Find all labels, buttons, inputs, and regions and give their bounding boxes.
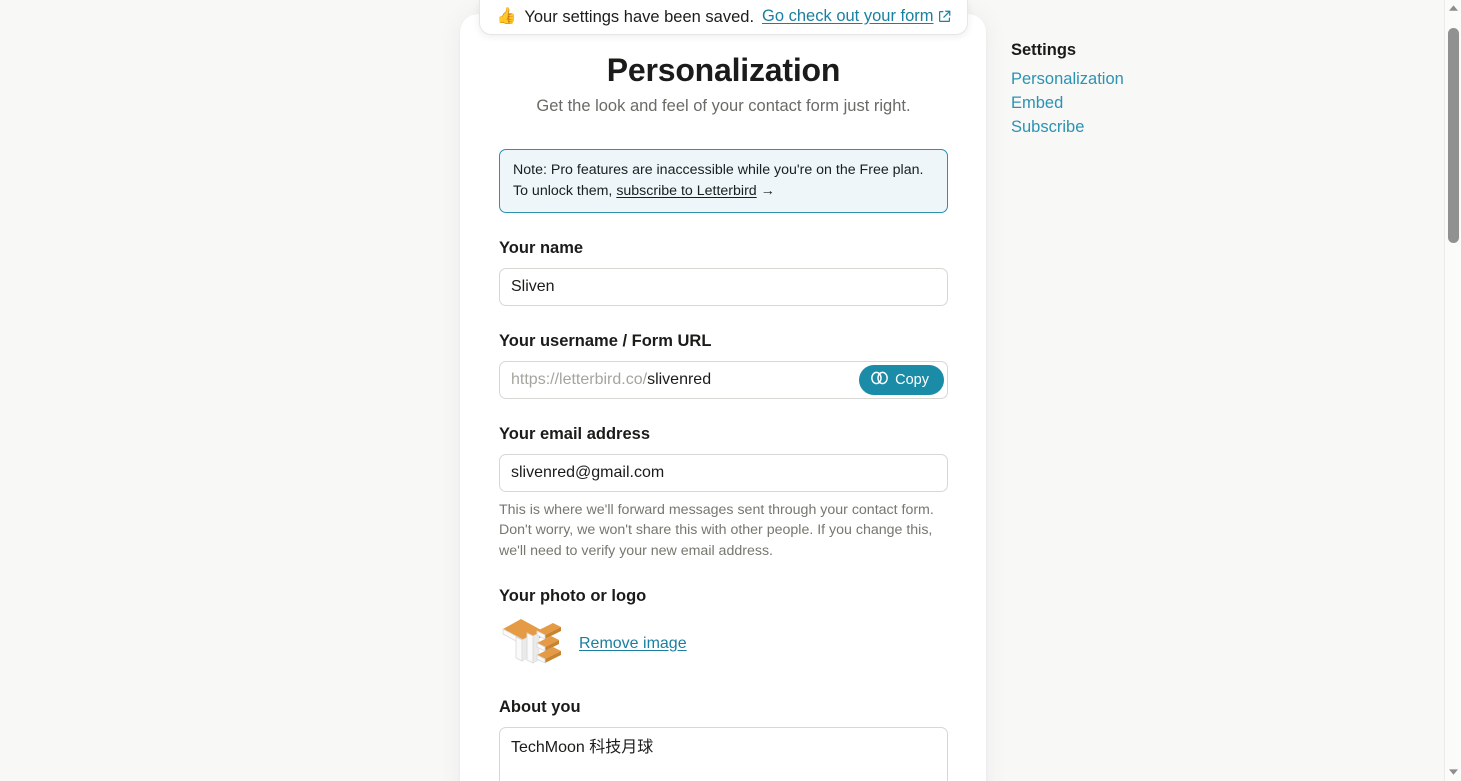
your-name-input[interactable]	[499, 268, 948, 307]
field-email: Your email address This is where we'll f…	[499, 425, 948, 560]
toast-link-label: Go check out your form	[762, 6, 934, 25]
pro-plan-note: Note: Pro features are inaccessible whil…	[499, 149, 948, 214]
field-username: Your username / Form URL https://letterb…	[499, 332, 948, 400]
username-label: Your username / Form URL	[499, 332, 712, 351]
field-photo: Your photo or logo Remove image	[499, 587, 948, 672]
right-arrow-icon: →	[760, 182, 775, 199]
scroll-up-arrow-icon[interactable]	[1445, 0, 1461, 17]
subscribe-to-letterbird-link[interactable]: subscribe to Letterbird	[616, 183, 756, 199]
photo-label: Your photo or logo	[499, 586, 647, 605]
scrollbar-thumb[interactable]	[1448, 28, 1459, 243]
techmoon-isometric-logo	[499, 616, 565, 672]
sidebar-item-personalization[interactable]: Personalization	[1011, 70, 1241, 89]
copy-button-label: Copy	[895, 372, 929, 389]
settings-card: Personalization Get the look and feel of…	[460, 14, 986, 781]
sidebar-item-subscribe[interactable]: Subscribe	[1011, 118, 1241, 137]
toast-message: Your settings have been saved.	[524, 7, 755, 26]
about-label: About you	[499, 697, 581, 716]
browser-viewport: Personalization Get the look and feel of…	[0, 0, 1461, 781]
email-input[interactable]	[499, 454, 948, 493]
note-line-1: Note: Pro features are inaccessible whil…	[513, 162, 924, 178]
username-input-group: https://letterbird.co/ Copy	[499, 361, 948, 400]
field-your-name: Your name	[499, 239, 948, 307]
scroll-down-arrow-icon[interactable]	[1445, 764, 1461, 781]
settings-card-content: Personalization Get the look and feel of…	[499, 52, 948, 781]
email-label: Your email address	[499, 425, 651, 444]
thumbs-up-icon: 👍	[496, 8, 517, 25]
field-about: About you Optional. Displayed at the top…	[499, 698, 948, 781]
link-chain-icon	[871, 371, 889, 389]
about-textarea[interactable]	[499, 726, 948, 781]
sidebar-item-embed[interactable]: Embed	[1011, 94, 1241, 113]
email-help-text: This is where we'll forward messages sen…	[499, 502, 934, 559]
your-name-label: Your name	[499, 239, 584, 258]
remove-image-link[interactable]: Remove image	[579, 635, 687, 653]
url-prefix-text: https://letterbird.co/	[511, 371, 648, 389]
go-check-out-your-form-link[interactable]: Go check out your form	[762, 7, 951, 28]
page-scrollbar[interactable]	[1444, 0, 1461, 781]
note-line-2-prefix: To unlock them,	[513, 182, 617, 199]
settings-sidebar: Settings Personalization Embed Subscribe	[1011, 41, 1241, 142]
external-link-icon	[938, 9, 951, 28]
settings-saved-toast: 👍 Your settings have been saved. Go chec…	[479, 0, 968, 35]
photo-row: Remove image	[499, 616, 948, 672]
page-title: Personalization	[606, 52, 841, 88]
sidebar-title: Settings	[1011, 41, 1077, 59]
copy-url-button[interactable]: Copy	[859, 365, 944, 396]
page-subtitle: Get the look and feel of your contact fo…	[536, 97, 911, 115]
